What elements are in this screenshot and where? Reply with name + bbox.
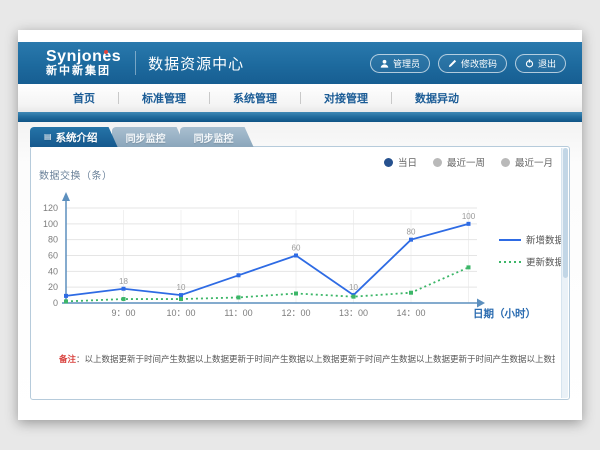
svg-text:100: 100 — [43, 219, 58, 229]
svg-text:12：00: 12：00 — [281, 308, 310, 318]
nav-accent-bar — [18, 112, 582, 122]
filter-last-month[interactable]: 最近一月 — [501, 155, 553, 169]
svg-text:120: 120 — [43, 203, 58, 213]
main-window: Synjones 新中新集团 数据资源中心 管理员 修改密码 — [18, 30, 582, 420]
tab-bar: ▤ 系统介绍 同步监控 同步监控 — [30, 127, 248, 147]
nav-interface-management[interactable]: 对接管理 — [301, 90, 391, 106]
svg-text:100: 100 — [462, 212, 476, 221]
svg-text:10：00: 10：00 — [166, 308, 195, 318]
filter-last-month-label: 最近一月 — [515, 155, 553, 169]
tab-sync-monitor-2-label: 同步监控 — [194, 130, 234, 145]
radio-unselected-icon — [433, 158, 442, 167]
svg-text:14：00: 14：00 — [396, 308, 425, 318]
logo-wordmark: Synjones — [46, 49, 121, 66]
filter-last-week-label: 最近一周 — [447, 155, 485, 169]
filter-today-label: 当日 — [398, 155, 417, 169]
scrollbar-thumb[interactable] — [563, 148, 568, 278]
admin-user-label: 管理员 — [393, 57, 420, 70]
y-axis-title: 数据交换（条） — [39, 167, 113, 182]
svg-text:10: 10 — [349, 283, 358, 292]
edit-icon — [448, 59, 457, 68]
document-icon: ▤ — [44, 133, 52, 141]
app-title: 数据资源中心 — [148, 53, 244, 74]
svg-text:60: 60 — [48, 251, 58, 261]
svg-text:80: 80 — [48, 235, 58, 245]
tab-sync-monitor-1-label: 同步监控 — [126, 130, 166, 145]
content-area: ▤ 系统介绍 同步监控 同步监控 当日 最近一周 — [18, 122, 582, 420]
footnote-label: 备注 — [59, 354, 76, 364]
panel-scrollbar[interactable] — [561, 148, 568, 398]
filter-today[interactable]: 当日 — [384, 155, 417, 169]
company-logo: Synjones 新中新集团 — [46, 49, 121, 77]
power-icon — [525, 59, 534, 68]
logo-company-name: 新中新集团 — [46, 66, 121, 78]
header-divider — [135, 51, 136, 75]
chart-panel: 当日 最近一周 最近一月 数据交换（条） 0 20 40 60 80 100 120 9：00… — [30, 146, 570, 400]
filter-last-week[interactable]: 最近一周 — [433, 155, 485, 169]
logo-red-dot — [104, 50, 108, 54]
svg-text:40: 40 — [48, 266, 58, 276]
svg-text:日期（小时）: 日期（小时） — [473, 307, 536, 320]
change-password-button[interactable]: 修改密码 — [438, 54, 507, 73]
data-exchange-line-chart[interactable]: 0 20 40 60 80 100 120 9：00 10：00 11：00 12：00 13：00 1… — [31, 185, 569, 327]
svg-text:11：00: 11：00 — [224, 308, 252, 318]
radio-selected-icon — [384, 158, 393, 167]
user-icon — [380, 59, 389, 68]
chart-container: 0 20 40 60 80 100 120 9：00 10：00 11：00 12：00 13：00 1… — [31, 185, 569, 327]
radio-unselected-icon — [501, 158, 510, 167]
svg-text:更新数据: 更新数据 — [526, 257, 565, 269]
logout-label: 退出 — [538, 57, 556, 70]
nav-data-change[interactable]: 数据异动 — [392, 90, 482, 106]
svg-text:20: 20 — [48, 282, 58, 292]
svg-text:0: 0 — [53, 298, 58, 308]
admin-user-button[interactable]: 管理员 — [370, 54, 430, 73]
svg-text:新增数据: 新增数据 — [526, 235, 565, 247]
change-password-label: 修改密码 — [461, 57, 497, 70]
svg-text:18: 18 — [119, 277, 128, 286]
tab-sync-monitor-2[interactable]: 同步监控 — [180, 127, 254, 147]
svg-text:80: 80 — [407, 228, 416, 237]
svg-text:9：00: 9：00 — [111, 308, 135, 318]
logout-button[interactable]: 退出 — [515, 54, 566, 73]
nav-home[interactable]: 首页 — [50, 90, 118, 106]
tab-sync-monitor-1[interactable]: 同步监控 — [112, 127, 186, 147]
app-header: Synjones 新中新集团 数据资源中心 管理员 修改密码 — [18, 42, 582, 84]
svg-text:13：00: 13：00 — [339, 308, 368, 318]
footnote: 备注：以上数据更新于时间产生数据以上数据更新于时间产生数据以上数据更新于时间产生… — [59, 353, 555, 365]
header-buttons: 管理员 修改密码 退出 — [370, 54, 566, 73]
footnote-text: ：以上数据更新于时间产生数据以上数据更新于时间产生数据以上数据更新于时间产生数据… — [76, 354, 555, 364]
tab-system-intro-label: 系统介绍 — [56, 130, 98, 145]
svg-text:60: 60 — [292, 244, 301, 253]
time-range-filter: 当日 最近一周 最近一月 — [384, 155, 553, 169]
svg-text:10: 10 — [177, 283, 186, 292]
nav-standard-management[interactable]: 标准管理 — [119, 90, 209, 106]
main-nav: 首页 标准管理 系统管理 对接管理 数据异动 — [18, 84, 582, 112]
nav-system-management[interactable]: 系统管理 — [210, 90, 300, 106]
tab-system-intro[interactable]: ▤ 系统介绍 — [30, 127, 118, 147]
